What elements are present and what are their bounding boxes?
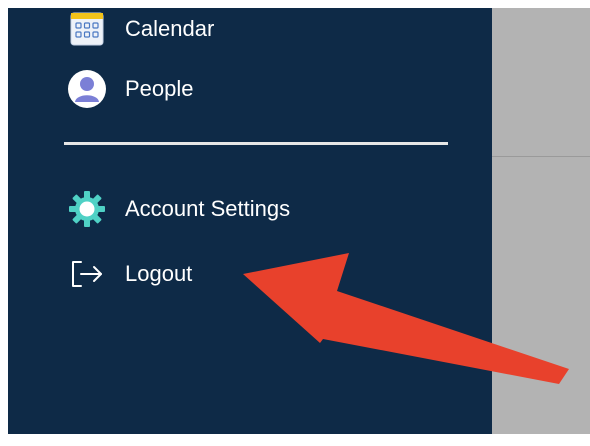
sidebar-item-logout[interactable]: Logout — [65, 250, 192, 298]
gear-icon — [65, 187, 109, 231]
sidebar-item-people[interactable]: People — [65, 65, 194, 113]
sidebar-item-account-settings[interactable]: Account Settings — [65, 185, 290, 233]
sidebar-item-calendar[interactable]: Calendar — [65, 10, 214, 48]
content-divider — [492, 156, 590, 157]
sidebar-item-label: Account Settings — [125, 196, 291, 221]
sidebar-item-label: People — [125, 76, 194, 101]
sidebar-item-label: Logout — [125, 261, 193, 286]
screenshot-canvas: Calendar People Account Settings Logout — [0, 0, 590, 446]
sidebar-divider — [64, 142, 448, 145]
main-content-area — [492, 8, 590, 434]
sidebar: Calendar People Account Settings Logout — [8, 8, 492, 434]
logout-icon — [65, 252, 109, 296]
sidebar-item-label: Calendar — [125, 16, 215, 41]
calendar-icon — [65, 7, 109, 51]
person-icon — [65, 67, 109, 111]
